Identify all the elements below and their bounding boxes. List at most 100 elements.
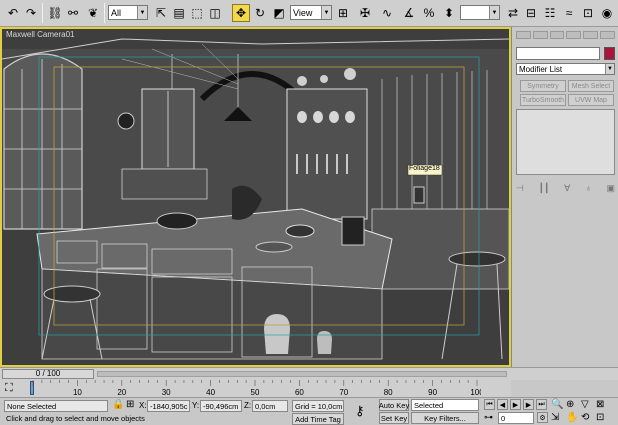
key-mode-icon[interactable]: ⛶: [5, 382, 13, 395]
select-object-icon[interactable]: ⇱: [152, 4, 170, 22]
play-icon[interactable]: ▶: [510, 399, 521, 410]
ruler-tick-label: 80: [384, 388, 393, 397]
utilities-tab[interactable]: [600, 31, 615, 39]
snap-icon[interactable]: ∿: [378, 4, 396, 22]
modifier-list-dropdown[interactable]: Modifier List ▼: [516, 63, 615, 75]
dolly-icon[interactable]: ⇲: [551, 413, 559, 423]
object-tooltip: Foliage18: [409, 165, 440, 172]
modify-tab[interactable]: [532, 31, 548, 39]
z-label: Z:: [244, 401, 252, 410]
hierarchy-tab[interactable]: [549, 31, 565, 39]
lock-selection-icon[interactable]: 🔒: [112, 400, 124, 410]
window-crossing-icon[interactable]: ◫: [206, 4, 224, 22]
add-time-tag-button[interactable]: Add Time Tag: [292, 413, 344, 425]
track-ruler: 10 20 30 40 50 60 70 80 90 100: [32, 380, 481, 397]
ruler-tick-label: 20: [117, 388, 126, 397]
unlink-icon[interactable]: ⚯: [64, 4, 82, 22]
absolute-mode-icon[interactable]: ⊞: [126, 400, 134, 410]
reference-coord-dropdown[interactable]: View ▼: [290, 5, 332, 20]
show-end-result-icon[interactable]: ┃┃: [539, 183, 550, 194]
key-mode-value: Selected: [414, 401, 444, 410]
x-label: X:: [139, 401, 147, 410]
auto-key-button[interactable]: Auto Key: [379, 399, 409, 411]
undo-icon[interactable]: ↶: [4, 4, 22, 22]
field-of-view-icon[interactable]: ▽: [581, 400, 589, 410]
modifier-list-label: Modifier List: [519, 65, 563, 74]
ruler-tick-label: 50: [251, 388, 260, 397]
z-coordinate-field[interactable]: 0,0cm: [252, 400, 288, 412]
track-bar[interactable]: ⛶ 10 20 30 40 50 60 70 80 90 100: [0, 380, 511, 397]
zoom-all-icon[interactable]: ⊕: [566, 400, 574, 410]
chevron-down-icon: ▼: [321, 6, 331, 19]
maximize-viewport-icon[interactable]: ⊡: [596, 413, 604, 423]
ruler-tick-label: 60: [295, 388, 304, 397]
layer-manager-icon[interactable]: ☷: [541, 4, 559, 22]
selection-filter-dropdown[interactable]: All ▼: [108, 5, 148, 20]
percent-snap-icon[interactable]: %: [420, 4, 438, 22]
y-coordinate-field[interactable]: -90,496cm: [200, 400, 242, 412]
x-coordinate-field[interactable]: -1840,905c: [147, 400, 190, 412]
set-key-icon[interactable]: ⚷: [355, 404, 365, 417]
reference-coord-value: View: [293, 7, 313, 18]
key-mode-dropdown[interactable]: Selected: [411, 399, 479, 411]
ruler-tick-label: 10: [73, 388, 82, 397]
zoom-extents-icon[interactable]: ⊠: [596, 400, 604, 410]
time-slider-thumb[interactable]: 0 / 100: [2, 369, 94, 379]
select-move-icon[interactable]: ✥: [232, 4, 250, 22]
select-and-link-icon[interactable]: ⛓: [46, 4, 64, 22]
configure-sets-icon[interactable]: ▣: [606, 183, 615, 194]
time-config-icon[interactable]: ⚙: [537, 412, 548, 423]
set-key-button[interactable]: Set Key: [379, 412, 409, 424]
motion-tab[interactable]: [566, 31, 582, 39]
spinner-snap-icon[interactable]: ⬍: [440, 4, 458, 22]
object-color-swatch[interactable]: [604, 47, 615, 60]
orbit-icon[interactable]: ⟲: [581, 413, 589, 423]
prev-frame-icon[interactable]: ◀: [497, 399, 508, 410]
display-tab[interactable]: [583, 31, 599, 39]
make-unique-icon[interactable]: ∀: [564, 183, 570, 194]
goto-end-icon[interactable]: ⏭: [536, 399, 547, 410]
remove-modifier-icon[interactable]: ♁: [585, 183, 592, 193]
status-bar: None Selected Click and drag to select a…: [0, 397, 618, 425]
prompt-line: Click and drag to select and move object…: [6, 414, 145, 423]
object-name-field[interactable]: [516, 47, 600, 60]
named-selection-dropdown[interactable]: ▼: [460, 5, 500, 20]
time-slider[interactable]: 0 / 100: [0, 367, 618, 380]
current-frame-field[interactable]: 0: [498, 412, 534, 424]
kitchen-scene-render: [2, 29, 509, 365]
symmetry-button[interactable]: Symmetry: [520, 80, 566, 92]
next-frame-icon[interactable]: ▶: [523, 399, 534, 410]
angle-snap-icon[interactable]: ∡: [400, 4, 418, 22]
rect-selection-icon[interactable]: ⬚: [188, 4, 206, 22]
schematic-view-icon[interactable]: ⊡: [579, 4, 597, 22]
mesh-select-button[interactable]: Mesh Select: [568, 80, 614, 92]
selection-filter-value: All: [111, 7, 122, 18]
camera-viewport[interactable]: Maxwell Camera01 Foliage18: [0, 27, 511, 367]
select-and-manipulate-icon[interactable]: ✠: [356, 4, 374, 22]
mirror-icon[interactable]: ⇄: [504, 4, 522, 22]
select-scale-icon[interactable]: ◩: [270, 4, 288, 22]
key-filters-button[interactable]: Key Filters...: [411, 412, 479, 424]
bind-space-warp-icon[interactable]: ❦: [84, 4, 102, 22]
turbosmooth-button[interactable]: TurboSmooth: [520, 94, 566, 106]
viewport-label[interactable]: Maxwell Camera01: [6, 30, 74, 39]
pin-stack-icon[interactable]: ⊣: [516, 183, 524, 194]
pan-icon[interactable]: ✋: [566, 413, 578, 423]
create-tab[interactable]: [516, 31, 531, 39]
chevron-down-icon: ▼: [489, 6, 499, 19]
select-rotate-icon[interactable]: ↻: [251, 4, 269, 22]
select-by-name-icon[interactable]: ▤: [170, 4, 188, 22]
curve-editor-icon[interactable]: ≈: [560, 4, 578, 22]
modifier-stack[interactable]: [516, 109, 615, 175]
command-panel-tabs[interactable]: [516, 31, 615, 41]
time-slider-track[interactable]: [97, 371, 507, 377]
redo-icon[interactable]: ↷: [22, 4, 40, 22]
zoom-icon[interactable]: 🔍: [551, 400, 563, 410]
goto-start-icon[interactable]: ⏮: [484, 399, 495, 410]
uvw-map-button[interactable]: UVW Map: [568, 94, 614, 106]
selection-info: None Selected: [4, 400, 108, 412]
key-mode-toggle-icon[interactable]: ⊶: [484, 413, 493, 422]
align-icon[interactable]: ⊟: [522, 4, 540, 22]
material-editor-icon[interactable]: ◉: [598, 4, 616, 22]
pivot-center-icon[interactable]: ⊞: [334, 4, 352, 22]
